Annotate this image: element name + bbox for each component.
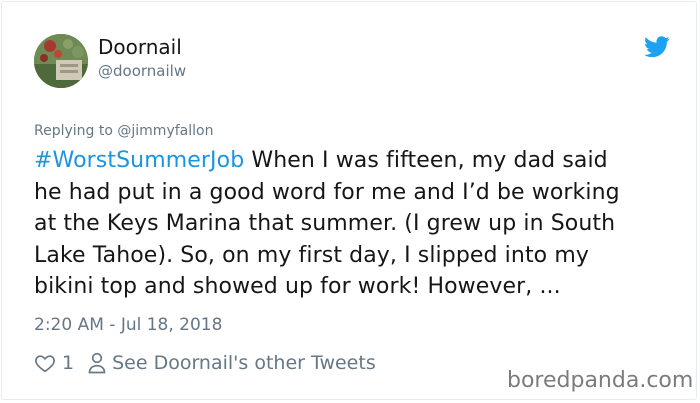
tweet-text: #WorstSummerJob When I was fifteen, my d… — [34, 145, 684, 303]
watermark: boredpanda.com — [507, 368, 694, 393]
avatar[interactable] — [34, 34, 88, 88]
tweet-line: Lake Tahoe). So, on my first day, I slip… — [34, 242, 589, 268]
reply-mention-link[interactable]: @jimmyfallon — [117, 123, 213, 139]
tweet-line: #WorstSummerJob When I was fifteen, my d… — [34, 145, 684, 177]
heart-icon[interactable] — [34, 352, 56, 374]
tweet-timestamp[interactable]: 2:20 AM - Jul 18, 2018 — [34, 314, 222, 336]
tweet-line: at the Keys Marina that summer. (I grew … — [34, 211, 616, 236]
author-handle[interactable]: @doornailw — [98, 62, 186, 80]
twitter-bird-icon[interactable] — [644, 36, 670, 58]
tweet-actions: 1 See Doornail's other Tweets — [34, 349, 376, 377]
tweet-card: Doornail @doornailw Replying to @jimmyfa… — [1, 1, 697, 400]
replying-to: Replying to @jimmyfallon — [34, 122, 213, 140]
reply-prefix: Replying to — [34, 123, 113, 139]
author-display-name[interactable]: Doornail — [98, 35, 182, 59]
tweet-line-text: When I was fifteen, my dad said — [244, 148, 608, 173]
tweet-line: he had put in a good word for me and I’d… — [34, 179, 620, 205]
hashtag-link[interactable]: #WorstSummerJob — [34, 148, 244, 173]
person-icon[interactable] — [88, 352, 106, 374]
see-other-tweets-link[interactable]: See Doornail's other Tweets — [112, 352, 376, 374]
like-count[interactable]: 1 — [62, 352, 74, 374]
tweet-line: bikini top and showed up for work! Howev… — [34, 274, 561, 299]
